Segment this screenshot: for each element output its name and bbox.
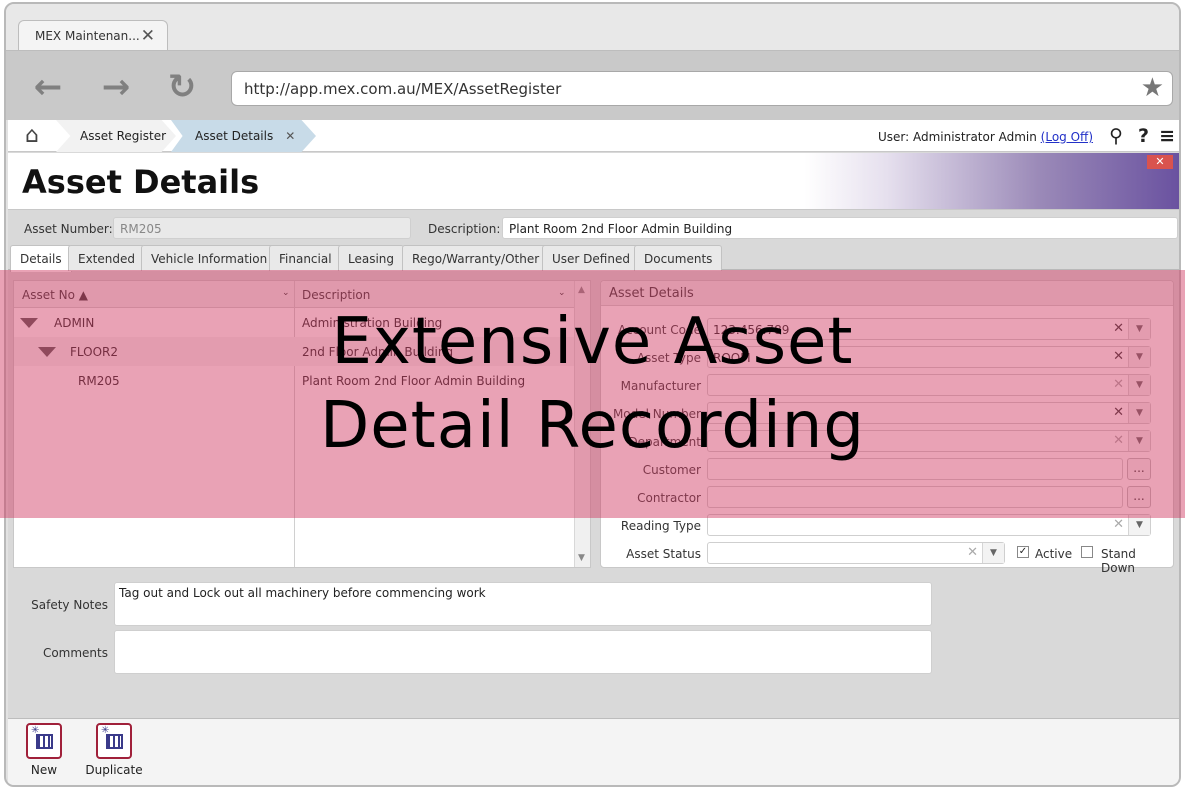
field-label-asset-status: Asset Status <box>626 547 701 561</box>
browser-tabbar: MEX Maintenan... ✕ <box>6 4 1179 51</box>
close-icon[interactable]: ✕ <box>141 26 155 46</box>
tab-strip: Details Extended Vehicle Information Fin… <box>8 244 1179 272</box>
logoff-link[interactable]: (Log Off) <box>1041 130 1093 144</box>
scroll-down-icon[interactable]: ▼ <box>578 553 585 563</box>
browser-tab-title: MEX Maintenan... <box>35 29 140 43</box>
address-bar[interactable]: http://app.mex.com.au/MEX/AssetRegister … <box>231 71 1173 106</box>
asset-status-combo[interactable]: ✕ ▼ <box>707 542 1005 564</box>
title-bar: Asset Details ✕ <box>8 153 1179 210</box>
duplicate-button[interactable]: ✳ Duplicate <box>84 723 144 777</box>
page-title: Asset Details <box>22 163 260 201</box>
tab-details[interactable]: Details <box>10 245 72 272</box>
stand-down-label: Stand Down <box>1101 547 1136 575</box>
chevron-down-icon[interactable]: ▼ <box>982 543 1004 563</box>
help-icon[interactable]: ? <box>1138 125 1149 147</box>
field-label-reading-type: Reading Type <box>620 519 701 533</box>
tab-extended[interactable]: Extended <box>68 245 145 271</box>
breadcrumb-label: Asset Details <box>195 129 274 143</box>
back-arrow-icon[interactable]: ← <box>28 69 68 109</box>
comments-textarea[interactable] <box>114 630 932 674</box>
comments-label: Comments <box>42 646 108 660</box>
clear-icon[interactable]: ✕ <box>967 545 978 560</box>
new-button[interactable]: ✳ New <box>14 723 74 777</box>
new-calendar-icon: ✳ <box>26 723 62 759</box>
tab-documents[interactable]: Documents <box>634 245 723 271</box>
breadcrumb-asset-details[interactable]: Asset Details ✕ <box>171 120 316 152</box>
promo-overlay-text: Extensive Asset Detail Recording <box>0 300 1185 468</box>
asset-number-field[interactable]: RM205 <box>113 217 411 239</box>
breadcrumb-label: Asset Register <box>80 129 167 143</box>
footer-toolbar: ✳ New ✳ Duplicate <box>8 718 1179 785</box>
home-icon[interactable]: ⌂ <box>10 122 54 150</box>
overlay-line-2: Detail Recording <box>320 389 865 463</box>
breadcrumb: ⌂ Asset Register Asset Details ✕ User: Ad… <box>8 120 1179 152</box>
description-label: Description: <box>428 222 501 236</box>
user-info: User: Administrator Admin (Log Off) <box>878 130 1093 144</box>
search-icon[interactable]: ⚲ <box>1109 125 1123 147</box>
browser-navbar: ← → ↻ http://app.mex.com.au/MEX/AssetReg… <box>6 50 1179 120</box>
forward-arrow-icon[interactable]: → <box>96 69 136 109</box>
close-icon[interactable]: ✕ <box>1147 155 1173 169</box>
duplicate-calendar-icon: ✳ <box>96 723 132 759</box>
tab-leasing[interactable]: Leasing <box>338 245 405 271</box>
description-field[interactable]: Plant Room 2nd Floor Admin Building <box>502 217 1178 239</box>
tab-user-defined[interactable]: User Defined <box>542 245 640 271</box>
clear-icon[interactable]: ✕ <box>1113 517 1124 532</box>
bookmark-star-icon[interactable]: ★ <box>1141 73 1164 103</box>
safety-notes-label: Safety Notes <box>31 598 108 612</box>
menu-icon[interactable]: ≡ <box>1159 125 1175 147</box>
reload-icon[interactable]: ↻ <box>162 69 202 109</box>
asset-number-label: Asset Number: <box>24 222 113 236</box>
browser-tab[interactable]: MEX Maintenan... ✕ <box>18 20 168 51</box>
duplicate-button-label: Duplicate <box>85 763 143 777</box>
stand-down-checkbox[interactable] <box>1081 546 1093 558</box>
tab-vehicle-information[interactable]: Vehicle Information <box>141 245 278 271</box>
user-label: User: Administrator Admin <box>877 130 1037 144</box>
active-label: Active <box>1035 547 1073 561</box>
tab-rego-warranty-other[interactable]: Rego/Warranty/Other <box>402 245 550 271</box>
tab-financial[interactable]: Financial <box>269 245 342 271</box>
safety-notes-textarea[interactable]: Tag out and Lock out all machinery befor… <box>114 582 932 626</box>
breadcrumb-asset-register[interactable]: Asset Register <box>56 120 176 152</box>
overlay-line-1: Extensive Asset <box>331 305 854 379</box>
new-button-label: New <box>30 763 58 777</box>
close-icon[interactable]: ✕ <box>285 129 295 143</box>
active-checkbox[interactable]: ✓ <box>1017 546 1029 558</box>
url-text: http://app.mex.com.au/MEX/AssetRegister <box>244 80 562 98</box>
chevron-down-icon[interactable]: ▼ <box>1128 515 1150 535</box>
